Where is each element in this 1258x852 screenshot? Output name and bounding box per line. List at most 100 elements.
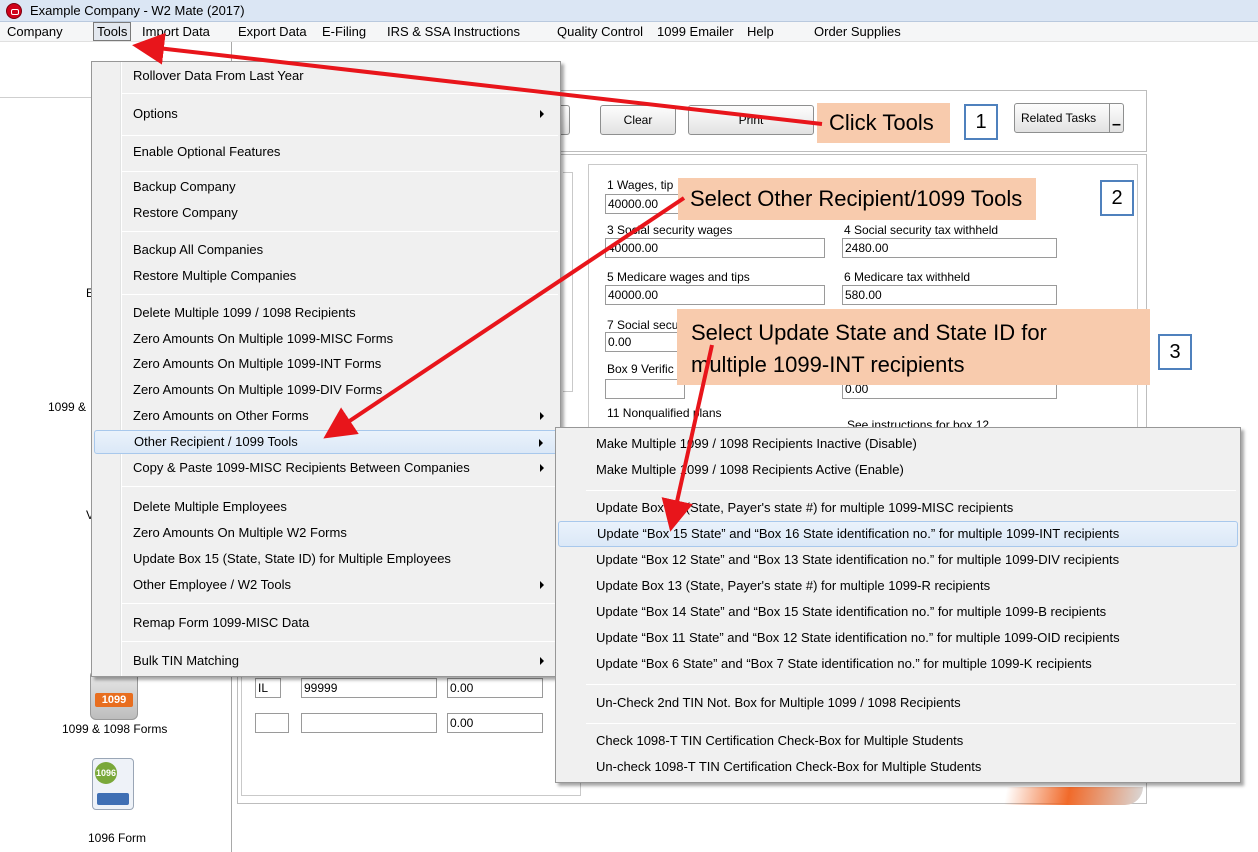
submenu-arrow-icon <box>540 657 544 665</box>
menu-item-restore-multiple-companies[interactable]: Restore Multiple Companies <box>94 264 558 288</box>
menu-item-copy-paste-recipients-label: Copy & Paste 1099-MISC Recipients Betwee… <box>133 460 470 475</box>
menu-1099-emailer[interactable]: 1099 Emailer <box>654 22 737 41</box>
menu-item-other-employee-w2-tools-label: Other Employee / W2 Tools <box>133 577 291 592</box>
submenu-item-update-1099-div-state[interactable]: Update “Box 12 State” and “Box 13 State … <box>558 547 1238 573</box>
menu-export-data[interactable]: Export Data <box>235 22 310 41</box>
menu-tools[interactable]: Tools <box>93 22 132 41</box>
menu-item-delete-multiple-employees[interactable]: Delete Multiple Employees <box>94 495 558 519</box>
state-row1-amount[interactable]: 0.00 <box>447 678 543 698</box>
box5-input[interactable]: 40000.00 <box>605 285 825 305</box>
menu-item-zero-other-forms[interactable]: Zero Amounts on Other Forms <box>94 404 558 428</box>
menu-item-restore-company[interactable]: Restore Company <box>94 201 558 225</box>
box7-input[interactable]: 0.00 <box>605 332 685 352</box>
step3-number: 3 <box>1158 334 1192 370</box>
submenu-item-make-inactive[interactable]: Make Multiple 1099 / 1098 Recipients Ina… <box>558 431 1238 457</box>
related-tasks-dropdown-icon: ▁ <box>1109 104 1123 132</box>
menu-item-zero-w2-forms[interactable]: Zero Amounts On Multiple W2 Forms <box>94 521 558 545</box>
menu-e-filing[interactable]: E-Filing <box>319 22 369 41</box>
menu-import-data[interactable]: Import Data <box>139 22 213 41</box>
step3-callout-line1: Select Update State and State ID for <box>691 320 1047 345</box>
menu-separator <box>122 641 558 642</box>
menu-item-backup-all-companies[interactable]: Backup All Companies <box>94 238 558 262</box>
menu-item-zero-1099-div[interactable]: Zero Amounts On Multiple 1099-DIV Forms <box>94 378 558 402</box>
form-column-edge <box>563 172 573 392</box>
other-recipient-tools-submenu: Make Multiple 1099 / 1098 Recipients Ina… <box>555 427 1241 783</box>
clear-button[interactable]: Clear <box>600 105 676 135</box>
related-tasks-button[interactable]: Related Tasks ▁ <box>1014 103 1124 133</box>
box3-label: 3 Social security wages <box>607 223 733 237</box>
menu-separator <box>122 294 558 295</box>
submenu-item-uncheck-1098t-tin[interactable]: Un-check 1098-T TIN Certification Check-… <box>558 754 1238 780</box>
form-1096-icon[interactable]: 1096 <box>92 758 134 810</box>
tools-menu: Rollover Data From Last Year Options Ena… <box>91 61 561 677</box>
menu-separator <box>122 486 558 487</box>
menu-item-zero-1099-misc[interactable]: Zero Amounts On Multiple 1099-MISC Forms <box>94 327 558 351</box>
menu-item-copy-paste-recipients[interactable]: Copy & Paste 1099-MISC Recipients Betwee… <box>94 456 558 480</box>
menu-item-backup-company[interactable]: Backup Company <box>94 175 558 199</box>
box11-label: 11 Nonqualified plans <box>607 406 722 420</box>
menu-item-delete-multiple-recipients[interactable]: Delete Multiple 1099 / 1098 Recipients <box>94 301 558 325</box>
state-row2-amount[interactable]: 0.00 <box>447 713 543 733</box>
menu-separator <box>122 93 558 94</box>
box4-input[interactable]: 2480.00 <box>842 238 1057 258</box>
state-row1-state[interactable]: IL <box>255 678 281 698</box>
menu-item-update-box15-employees[interactable]: Update Box 15 (State, State ID) for Mult… <box>94 547 558 571</box>
menu-separator <box>586 490 1236 491</box>
box6-input[interactable]: 580.00 <box>842 285 1057 305</box>
submenu-arrow-icon <box>540 464 544 472</box>
menu-item-options-label: Options <box>133 106 178 121</box>
box6-label: 6 Medicare tax withheld <box>844 270 971 284</box>
submenu-arrow-icon <box>540 581 544 589</box>
related-tasks-label: Related Tasks <box>1021 111 1097 125</box>
submenu-item-update-1099-int-state[interactable]: Update “Box 15 State” and “Box 16 State … <box>558 521 1238 547</box>
step2-number: 2 <box>1100 180 1134 216</box>
menu-irs-ssa-instructions[interactable]: IRS & SSA Instructions <box>384 22 523 41</box>
menu-company[interactable]: Company <box>4 22 66 41</box>
step3-callout-line2: multiple 1099-INT recipients <box>691 352 965 377</box>
app-logo-icon <box>6 3 22 19</box>
state-row1-id[interactable]: 99999 <box>301 678 437 698</box>
menu-item-options[interactable]: Options <box>94 102 558 126</box>
menu-separator <box>122 231 558 232</box>
window-title: Example Company - W2 Mate (2017) <box>30 3 245 18</box>
box9-label: Box 9 Verific <box>607 362 674 376</box>
menu-order-supplies[interactable]: Order Supplies <box>811 22 904 41</box>
submenu-item-uncheck-2nd-tin[interactable]: Un-Check 2nd TIN Not. Box for Multiple 1… <box>558 690 1238 716</box>
submenu-arrow-icon <box>539 439 543 447</box>
print-button[interactable]: Print <box>688 105 814 135</box>
state-row2-id[interactable] <box>301 713 437 733</box>
menu-item-enable-optional-features[interactable]: Enable Optional Features <box>94 140 558 164</box>
state-row2-state[interactable] <box>255 713 289 733</box>
submenu-item-update-1099-r-state[interactable]: Update Box 13 (State, Payer's state #) f… <box>558 573 1238 599</box>
forms-1099-1098-icon[interactable]: 1099 <box>90 670 138 720</box>
box1-input[interactable]: 40000.00 <box>605 194 685 214</box>
submenu-item-update-1099-misc-state[interactable]: Update Box 17 (State, Payer's state #) f… <box>558 495 1238 521</box>
menu-item-rollover-data[interactable]: Rollover Data From Last Year <box>94 64 558 88</box>
brand-swoosh <box>893 787 1143 805</box>
submenu-item-update-1099-b-state[interactable]: Update “Box 14 State” and “Box 15 State … <box>558 599 1238 625</box>
step3-callout: Select Update State and State ID for mul… <box>677 309 1150 385</box>
menu-help[interactable]: Help <box>744 22 777 41</box>
form-1096-badge: 1096 <box>95 762 117 784</box>
menu-separator <box>122 603 558 604</box>
box3-input[interactable]: 40000.00 <box>605 238 825 258</box>
step1-number: 1 <box>964 104 998 140</box>
menu-item-other-recipient-tools[interactable]: Other Recipient / 1099 Tools <box>94 430 558 454</box>
sidebar-item-1096-form[interactable]: 1096 Form <box>88 831 146 845</box>
submenu-item-update-1099-k-state[interactable]: Update “Box 6 State” and “Box 7 State id… <box>558 651 1238 677</box>
box5-label: 5 Medicare wages and tips <box>607 270 750 284</box>
menu-item-zero-1099-int[interactable]: Zero Amounts On Multiple 1099-INT Forms <box>94 352 558 376</box>
submenu-arrow-icon <box>540 412 544 420</box>
menu-quality-control[interactable]: Quality Control <box>554 22 646 41</box>
menu-item-bulk-tin-matching[interactable]: Bulk TIN Matching <box>94 649 558 673</box>
box9-input[interactable] <box>605 379 685 399</box>
submenu-item-check-1098t-tin[interactable]: Check 1098-T TIN Certification Check-Box… <box>558 728 1238 754</box>
box1-label: 1 Wages, tip <box>607 178 674 192</box>
sidebar-item-1099-1098-forms[interactable]: 1099 & 1098 Forms <box>62 722 167 736</box>
menu-item-remap-1099-misc[interactable]: Remap Form 1099-MISC Data <box>94 611 558 635</box>
menu-item-other-employee-w2-tools[interactable]: Other Employee / W2 Tools <box>94 573 558 597</box>
submenu-item-make-active[interactable]: Make Multiple 1099 / 1098 Recipients Act… <box>558 457 1238 483</box>
submenu-item-update-1099-oid-state[interactable]: Update “Box 11 State” and “Box 12 State … <box>558 625 1238 651</box>
menu-separator <box>122 171 558 172</box>
submenu-arrow-icon <box>540 110 544 118</box>
